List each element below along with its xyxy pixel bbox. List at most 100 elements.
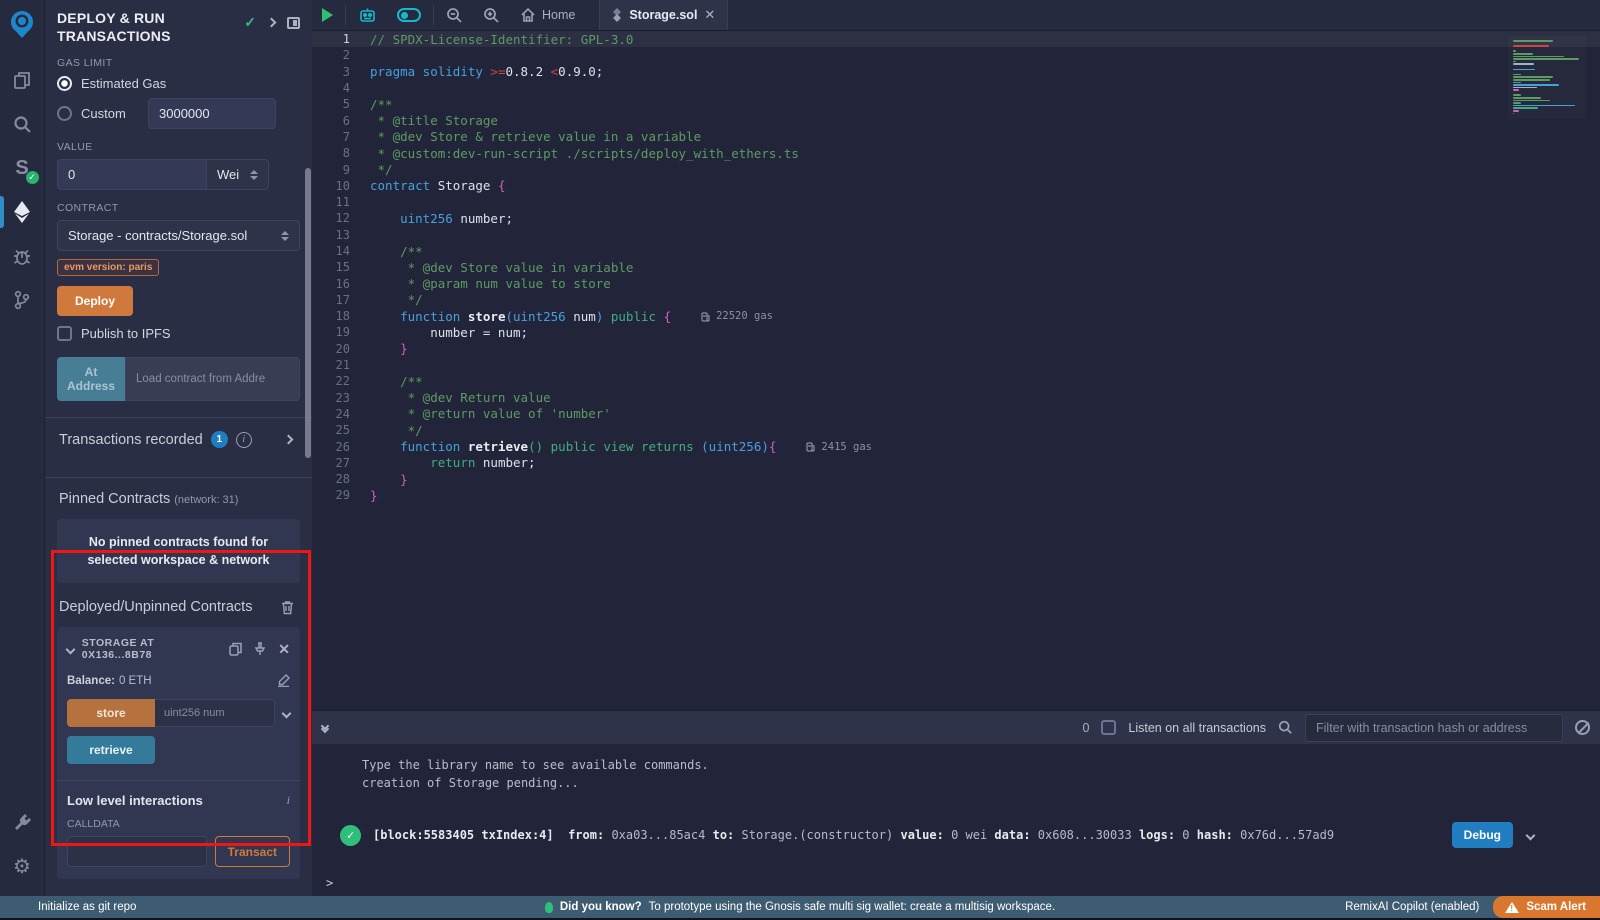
code-line[interactable]: 22 /** <box>312 373 1600 389</box>
code-editor[interactable]: 1// SPDX-License-Identifier: GPL-3.023pr… <box>312 31 1600 710</box>
code-line[interactable]: 17 */ <box>312 292 1600 308</box>
zoom-out-button[interactable] <box>436 0 473 30</box>
retrieve-function-button[interactable]: retrieve <box>67 736 155 764</box>
git-init-status[interactable]: Initialize as git repo <box>0 901 136 913</box>
debug-button[interactable]: Debug <box>1452 822 1513 848</box>
code-line[interactable]: 2 <box>312 47 1600 63</box>
line-number: 14 <box>312 244 370 258</box>
code-line[interactable]: 24 * @return value of 'number' <box>312 406 1600 422</box>
code-line[interactable]: 3pragma solidity >=0.8.2 <0.9.0; <box>312 64 1600 80</box>
code-line[interactable]: 4 <box>312 80 1600 96</box>
code-line[interactable]: 26 function retrieve() public view retur… <box>312 438 1600 454</box>
transaction-summary: [block:5583405 txIndex:4] from: 0xa03...… <box>373 828 1334 842</box>
sidebar-item-file-explorer[interactable] <box>0 58 45 102</box>
store-function-button[interactable]: store <box>67 699 155 727</box>
play-icon <box>322 8 333 22</box>
code-line[interactable]: 27 return number; <box>312 455 1600 471</box>
publish-ipfs-option[interactable]: Publish to IPFS <box>57 326 300 341</box>
terminal[interactable]: Type the library name to see available c… <box>312 744 1600 896</box>
store-arg-input[interactable] <box>155 699 275 727</box>
code-line[interactable]: 14 /** <box>312 243 1600 259</box>
sidebar-item-debugger[interactable] <box>0 234 45 278</box>
transact-button[interactable]: Transact <box>215 836 290 867</box>
home-button[interactable]: Home <box>510 0 585 30</box>
chevron-down-icon[interactable] <box>282 708 292 718</box>
custom-gas-input[interactable] <box>148 98 276 129</box>
sidebar-item-plugin-manager[interactable] <box>0 800 45 844</box>
copilot-toggle[interactable] <box>387 0 431 30</box>
custom-gas-option[interactable]: Custom <box>57 98 300 129</box>
code-line[interactable]: 19 number = num; <box>312 324 1600 340</box>
code-line[interactable]: 6 * @title Storage <box>312 112 1600 128</box>
panel-scrollbar[interactable] <box>305 168 311 458</box>
edit-icon[interactable] <box>277 674 290 687</box>
code-line[interactable]: 29} <box>312 487 1600 503</box>
code-line[interactable]: 7 * @dev Store & retrieve value in a var… <box>312 129 1600 145</box>
collapse-terminal-icon[interactable] <box>322 723 328 732</box>
close-tab-icon[interactable]: ✕ <box>704 7 715 23</box>
code-line[interactable]: 18 function store(uint256 num) public {2… <box>312 308 1600 324</box>
contract-select[interactable]: Storage - contracts/Storage.sol <box>57 220 300 251</box>
code-line[interactable]: 16 * @param num value to store <box>312 275 1600 291</box>
copilot-status[interactable]: RemixAI Copilot (enabled) <box>1345 901 1479 913</box>
listen-label: Listen on all transactions <box>1128 721 1266 735</box>
checkbox-icon[interactable] <box>57 326 72 341</box>
scam-alert-button[interactable]: Scam Alert <box>1493 896 1600 918</box>
filter-input[interactable] <box>1305 714 1563 742</box>
radio-icon[interactable] <box>57 106 72 121</box>
line-number: 7 <box>312 130 370 144</box>
code-line[interactable]: 12 uint256 number; <box>312 210 1600 226</box>
code-line[interactable]: 13 <box>312 227 1600 243</box>
terminal-prompt[interactable]: > <box>326 876 1600 890</box>
deploy-button[interactable]: Deploy <box>57 286 133 316</box>
trash-icon[interactable] <box>281 600 294 615</box>
ai-copilot-button[interactable] <box>348 0 387 30</box>
remix-logo-icon[interactable] <box>7 9 37 44</box>
code-line[interactable]: 25 */ <box>312 422 1600 438</box>
code-line[interactable]: 28 } <box>312 471 1600 487</box>
estimated-gas-option[interactable]: Estimated Gas <box>57 76 300 91</box>
chevron-down-icon[interactable] <box>66 644 76 654</box>
tab-storage-sol[interactable]: Storage.sol ✕ <box>599 0 728 30</box>
search-icon <box>1278 720 1293 735</box>
code-line[interactable]: 21 <box>312 357 1600 373</box>
code-line[interactable]: 23 * @dev Return value <box>312 390 1600 406</box>
sidebar-item-deploy-run[interactable] <box>0 190 45 234</box>
chevron-down-icon[interactable] <box>1526 830 1536 840</box>
sidebar-item-git[interactable] <box>0 278 45 322</box>
value-input[interactable] <box>57 159 207 190</box>
zoom-in-button[interactable] <box>473 0 510 30</box>
sidebar-item-settings[interactable]: ⚙ <box>0 844 45 888</box>
code-line[interactable]: 1// SPDX-License-Identifier: GPL-3.0 <box>312 31 1600 47</box>
editor-minimap[interactable] <box>1508 36 1586 119</box>
code-line[interactable]: 5/** <box>312 96 1600 112</box>
code-line[interactable]: 10contract Storage { <box>312 178 1600 194</box>
listen-checkbox[interactable] <box>1101 720 1116 735</box>
radio-selected-icon[interactable] <box>57 76 72 91</box>
code-line[interactable]: 15 * @dev Store value in variable <box>312 259 1600 275</box>
balance-label: Balance: <box>67 675 115 687</box>
close-icon[interactable]: ✕ <box>278 641 290 658</box>
pin-icon[interactable] <box>254 642 266 656</box>
transaction-log-row[interactable]: ✓ [block:5583405 txIndex:4] from: 0xa03.… <box>326 816 1600 854</box>
expand-panel-icon[interactable] <box>267 18 277 28</box>
sidebar-item-search[interactable] <box>0 102 45 146</box>
calldata-input[interactable] <box>67 836 207 867</box>
info-icon[interactable]: i <box>287 793 290 808</box>
at-address-input[interactable] <box>125 357 300 401</box>
pin-panel-icon[interactable] <box>287 17 300 29</box>
run-script-button[interactable] <box>312 0 343 30</box>
code-line[interactable]: 20 } <box>312 341 1600 357</box>
copy-icon[interactable] <box>229 642 242 656</box>
value-unit-select[interactable]: Wei <box>207 159 269 190</box>
transactions-recorded-row[interactable]: Transactions recorded 1 i <box>57 418 300 461</box>
at-address-button[interactable]: At Address <box>57 357 125 401</box>
chevron-right-icon[interactable] <box>284 435 294 445</box>
info-icon[interactable]: i <box>236 432 252 448</box>
code-line[interactable]: 11 <box>312 194 1600 210</box>
clear-console-icon[interactable] <box>1575 720 1590 735</box>
code-line[interactable]: 9 */ <box>312 161 1600 177</box>
code-line[interactable]: 8 * @custom:dev-run-script ./scripts/dep… <box>312 145 1600 161</box>
sidebar-item-solidity-compiler[interactable]: S ✓ <box>0 146 45 190</box>
value-label: VALUE <box>57 141 300 153</box>
